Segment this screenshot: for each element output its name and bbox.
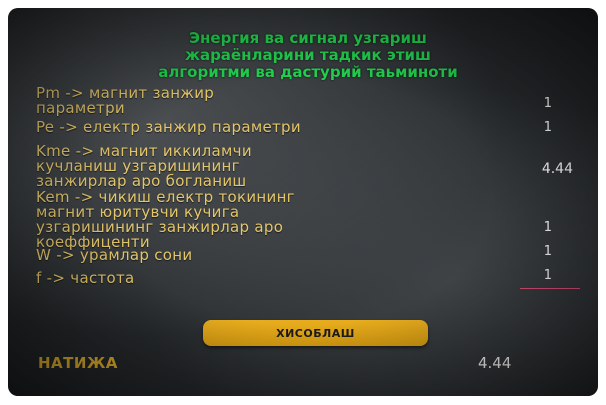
pm-input[interactable]: 1 (492, 96, 552, 111)
kme-input[interactable]: 4.44 (513, 161, 573, 177)
result-value: 4.44 (478, 354, 512, 372)
title-line-1: Энергия ва сигнал узгариш (189, 29, 427, 47)
field-label-w: W -> урамлар сони (36, 248, 192, 263)
f-input[interactable]: 1 (492, 268, 552, 283)
field-label-line: Pe -> електр занжир параметри (36, 118, 301, 136)
app-screen: Энергия ва сигнал узгариш жараёнларини т… (8, 8, 598, 396)
title-line-2: жараёнларини тадкик этиш (185, 46, 431, 64)
calculate-button[interactable]: ХИСОБЛАШ (203, 320, 428, 346)
field-label-line: занжирлар аро богланиш (36, 172, 247, 190)
title-line-3: алгоритми ва дастурий таьминоти (158, 63, 458, 81)
field-label-kem: Kem -> чикиш електр токининг магнит юрит… (36, 190, 295, 250)
pe-input[interactable]: 1 (492, 120, 552, 135)
active-input-underline (520, 288, 580, 289)
field-label-kme: Kme -> магнит иккиламчи кучланиш узгариш… (36, 144, 252, 189)
field-label-line: f -> частота (36, 269, 135, 287)
calculate-button-label: ХИСОБЛАШ (276, 326, 355, 340)
field-label-f: f -> частота (36, 271, 135, 286)
field-label-pe: Pe -> електр занжир параметри (36, 120, 301, 135)
kem-input[interactable]: 1 (492, 220, 552, 235)
w-input[interactable]: 1 (492, 244, 552, 259)
result-label: НАТИЖА (38, 354, 118, 372)
field-label-line: параметри (36, 99, 125, 117)
field-label-line: W -> урамлар сони (36, 246, 193, 264)
field-label-pm: Pm -> магнит занжир параметри (36, 86, 214, 116)
page-title: Энергия ва сигнал узгариш жараёнларини т… (78, 30, 538, 81)
